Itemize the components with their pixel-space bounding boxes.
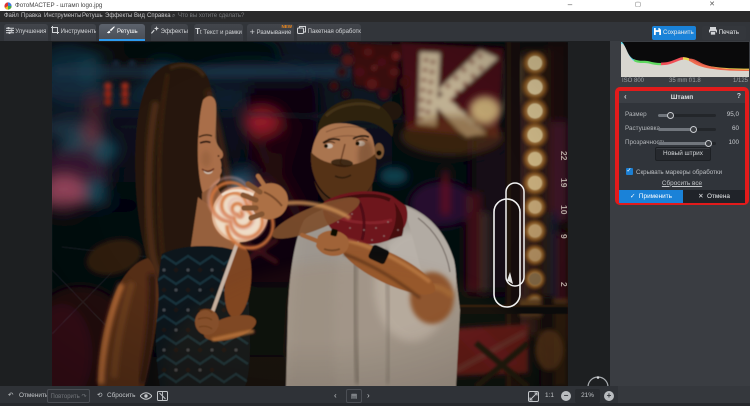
svg-text:22: 22	[559, 151, 568, 161]
svg-text:10: 10	[559, 205, 568, 215]
svg-text:9: 9	[559, 234, 568, 239]
svg-text:2: 2	[559, 282, 568, 287]
svg-text:19: 19	[559, 178, 568, 188]
